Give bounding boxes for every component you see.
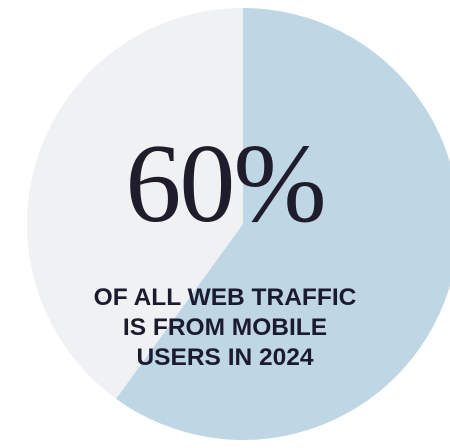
caption-line-3: USERS IN 2024 bbox=[136, 344, 314, 371]
stat-value: 60% bbox=[125, 122, 326, 246]
caption-line-2: IS FROM MOBILE bbox=[122, 314, 328, 341]
caption-line-1: OF ALL WEB TRAFFIC bbox=[93, 284, 357, 311]
stat-caption: OF ALL WEB TRAFFIC IS FROM MOBILE USERS … bbox=[0, 283, 450, 373]
infographic: 60% OF ALL WEB TRAFFIC IS FROM MOBILE US… bbox=[0, 0, 450, 448]
